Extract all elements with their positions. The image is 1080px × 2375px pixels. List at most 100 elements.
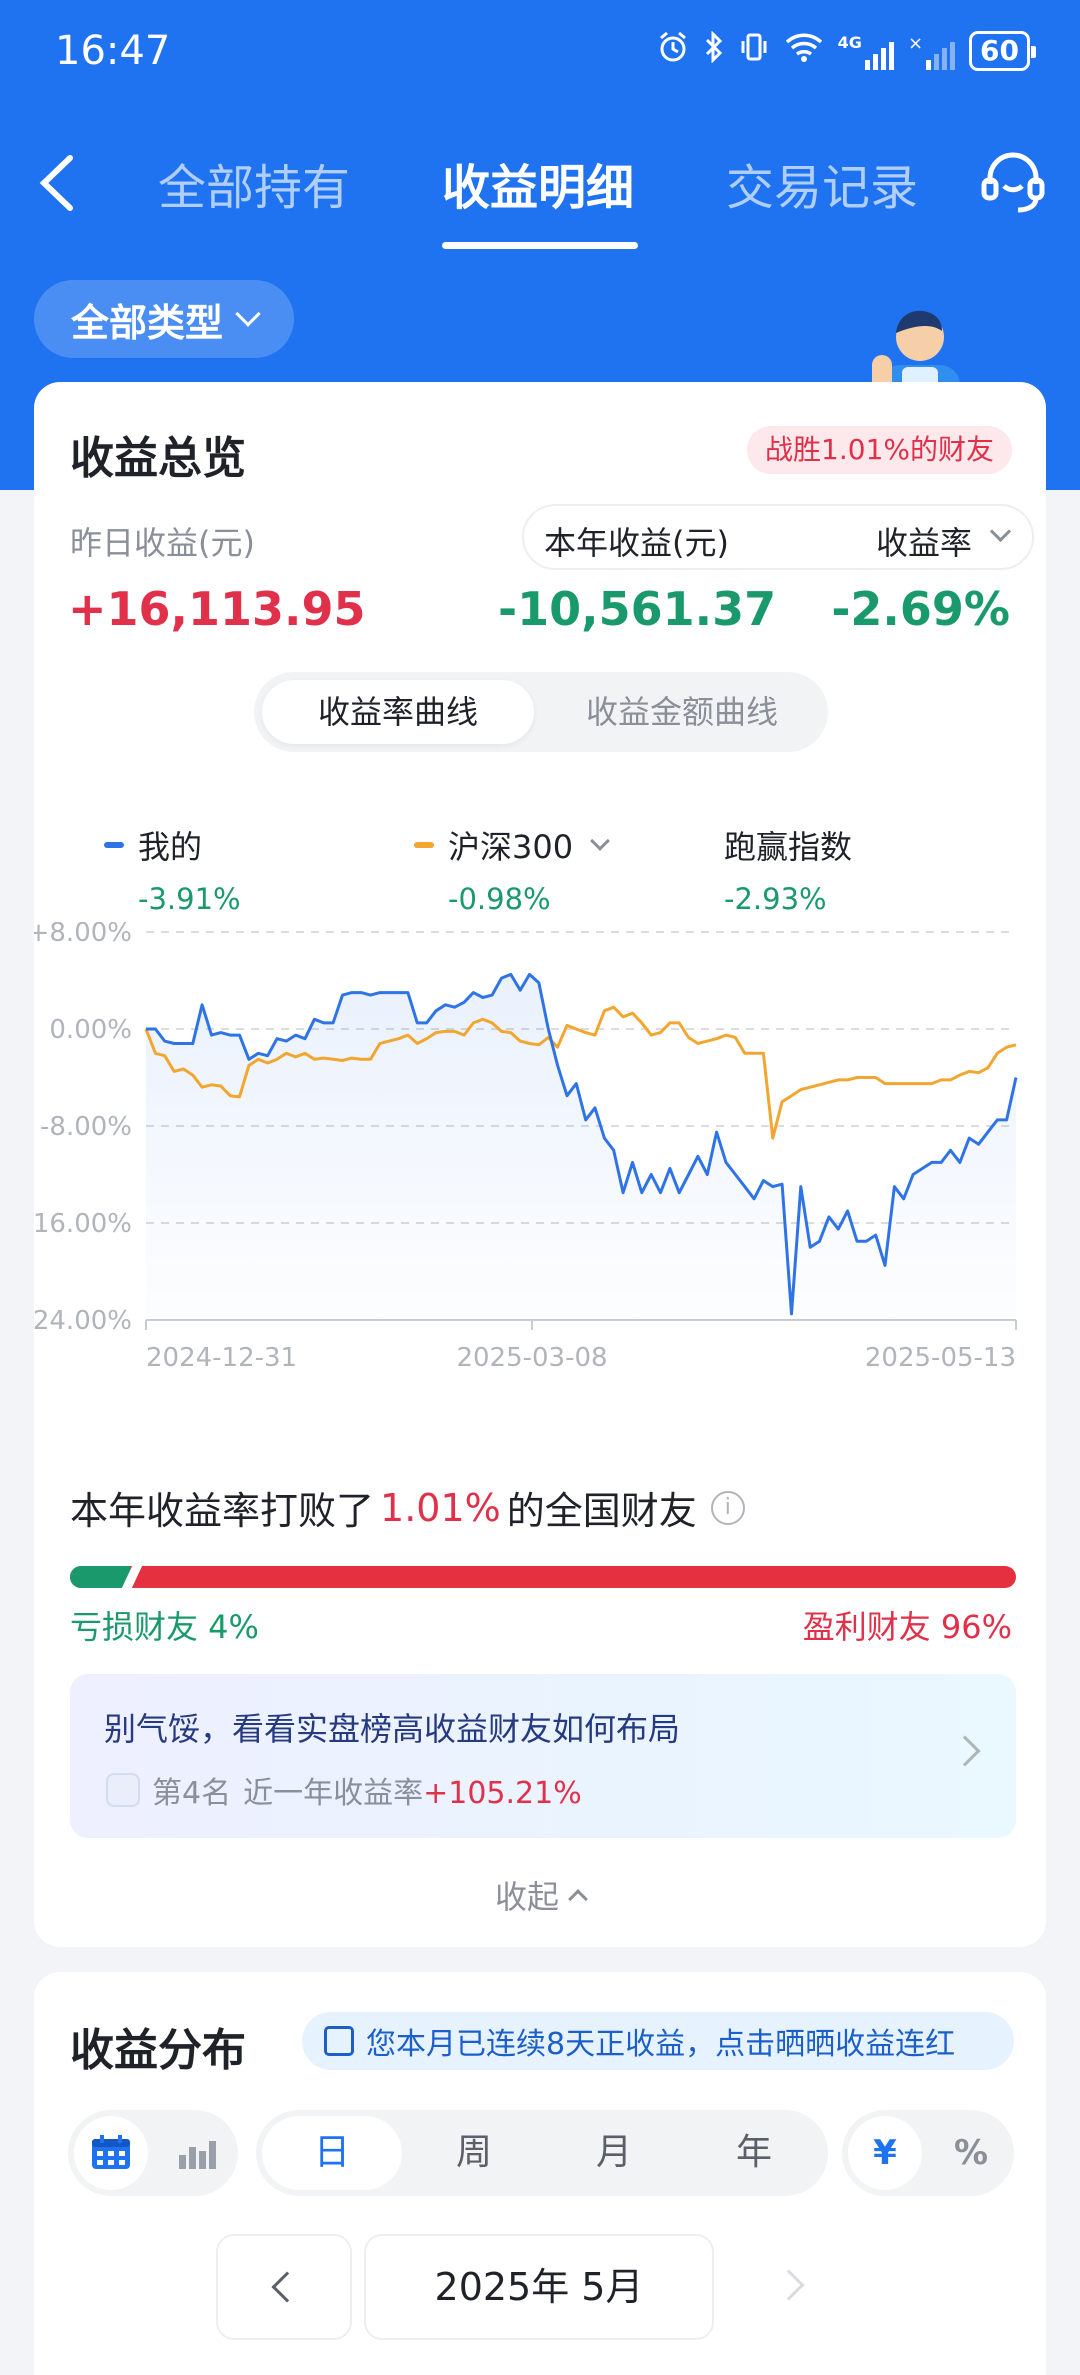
promo-value: +105.21% — [423, 1776, 582, 1811]
tab-transaction-records[interactable]: 交易记录 — [726, 148, 918, 218]
period-month[interactable]: 月 — [544, 2116, 684, 2190]
calendar-icon — [92, 2135, 130, 2169]
win-friends-label: 盈利财友 96% — [802, 1608, 1012, 1646]
year-rate-selector[interactable]: 本年收益(元) 收益率 — [522, 504, 1034, 570]
avatar — [106, 1773, 140, 1807]
alarm-icon — [656, 30, 690, 72]
back-button[interactable] — [34, 148, 84, 218]
unit-percent[interactable]: % — [934, 2116, 1008, 2190]
top-nav: 全部持有 收益明细 交易记录 — [0, 120, 1080, 260]
beat-prefix: 本年收益率打败了 — [70, 1489, 375, 1533]
curve-toggle: 收益率曲线 收益金额曲线 — [254, 672, 828, 752]
share-icon — [324, 2026, 354, 2056]
status-bar: 16:47 4G × 60 — [0, 0, 1080, 110]
streak-banner[interactable]: 您本月已连续8天正收益，点击晒晒收益连红 — [302, 2012, 1014, 2070]
bar-view-button[interactable] — [160, 2116, 234, 2190]
legend-mine-swatch — [104, 842, 124, 848]
legend-csi300-swatch — [414, 842, 434, 848]
yesterday-label: 昨日收益(元) — [70, 524, 255, 562]
x-tick-label: 2024-12-31 — [146, 1343, 297, 1373]
leaderboard-promo[interactable]: 别气馁，看看实盘榜高收益财友如何布局 第4名 近一年收益率+105.21% — [70, 1674, 1016, 1838]
period-year[interactable]: 年 — [684, 2116, 824, 2190]
legend-outperform-value: -2.93% — [724, 882, 827, 916]
chevron-up-icon — [568, 1889, 588, 1909]
info-icon[interactable]: i — [710, 1490, 745, 1525]
earnings-overview-card: 收益总览 战胜1.01%的财友 昨日收益(元) +16,113.95 本年收益(… — [34, 382, 1046, 1947]
unit-amount[interactable]: ¥ — [848, 2116, 922, 2190]
period-day[interactable]: 日 — [262, 2116, 402, 2190]
legend-mine-value: -3.91% — [138, 882, 241, 916]
status-icons: 4G × 60 — [656, 30, 1036, 72]
year-earnings-label: 本年收益(元) — [544, 524, 729, 562]
headset-icon — [981, 152, 1045, 213]
distribution-title: 收益分布 — [70, 2025, 246, 2076]
rate-curve-tab[interactable]: 收益率曲线 — [262, 680, 534, 744]
pk-bar-loss — [70, 1566, 130, 1588]
view-toggle — [68, 2110, 238, 2196]
legend-outperform-label: 跑赢指数 — [724, 828, 853, 866]
y-tick-label: 0.00% — [49, 1015, 132, 1045]
next-month-button[interactable] — [728, 2234, 864, 2340]
legend-mine: 我的 -3.91% — [104, 822, 241, 916]
beat-statement: 本年收益率打败了 1.01% 的全国财友 i — [70, 1480, 745, 1535]
y-tick-label: -8.00% — [40, 1112, 132, 1142]
type-filter-dropdown[interactable]: 全部类型 — [34, 280, 294, 358]
period-selector: 日 周 月 年 — [256, 2110, 828, 2196]
chevron-down-icon — [989, 520, 1012, 543]
legend-outperform: 跑赢指数 -2.93% — [724, 822, 852, 916]
legend-mine-label: 我的 — [138, 828, 203, 866]
bluetooth-icon — [704, 30, 724, 71]
promo-subtitle: 第4名 近一年收益率+105.21% — [106, 1768, 582, 1812]
legend-csi300-value: -0.98% — [448, 882, 551, 916]
vibrate-icon — [738, 31, 770, 71]
unit-selector: ¥ % — [842, 2110, 1014, 2196]
prev-month-button[interactable] — [216, 2234, 352, 2340]
month-label: 2025年 5月 — [364, 2234, 714, 2340]
chevron-down-icon — [590, 831, 610, 851]
overview-title: 收益总览 — [70, 433, 246, 484]
wifi-icon — [784, 31, 824, 71]
calendar-view-button[interactable] — [74, 2116, 148, 2190]
collapse-button[interactable]: 收起 — [34, 1872, 1046, 1918]
chevron-left-icon — [271, 2271, 303, 2303]
promo-desc: 近一年收益率 — [243, 1776, 424, 1811]
year-earnings-value: -10,561.37 — [498, 582, 777, 636]
period-week[interactable]: 周 — [404, 2116, 544, 2190]
yesterday-value: +16,113.95 — [68, 582, 366, 636]
rate-value: -2.69% — [831, 582, 1010, 636]
tab-all-holdings[interactable]: 全部持有 — [158, 148, 350, 218]
rate-label: 收益率 — [875, 524, 972, 562]
beat-suffix: 的全国财友 — [506, 1489, 697, 1533]
bar-chart-icon — [179, 2141, 216, 2169]
loss-friends-label: 亏损财友 4% — [70, 1608, 259, 1646]
active-tab-indicator — [442, 242, 638, 249]
y-tick-label: -16.00% — [34, 1209, 132, 1239]
back-arrow-icon — [39, 155, 73, 211]
x-tick-label: 2025-03-08 — [456, 1343, 607, 1373]
chevron-right-icon — [949, 1735, 981, 1767]
signal-4g-icon: 4G — [838, 33, 894, 70]
y-tick-label: +8.00% — [34, 922, 132, 948]
return-rate-chart[interactable]: +8.00% 0.00% -8.00% -16.00% -24.00% 2024-12-3… — [34, 922, 1046, 1802]
type-filter-label: 全部类型 — [70, 300, 223, 345]
promo-title: 别气馁，看看实盘榜高收益财友如何布局 — [104, 1710, 681, 1748]
pk-bar — [70, 1566, 1016, 1588]
chevron-right-icon — [773, 2269, 805, 2301]
status-time: 16:47 — [55, 28, 171, 74]
earnings-distribution-card: 收益分布 您本月已连续8天正收益，点击晒晒收益连红 日 周 月 年 ¥ % 20… — [34, 1972, 1046, 2375]
tab-earnings-detail[interactable]: 收益明细 — [442, 148, 634, 218]
battery-icon: 60 — [969, 31, 1036, 71]
legend-csi300-label: 沪深300 — [448, 828, 574, 866]
beat-percent: 1.01% — [380, 1485, 501, 1530]
streak-text: 您本月已连续8天正收益，点击晒晒收益连红 — [366, 2027, 956, 2062]
x-tick-label: 2025-05-13 — [865, 1343, 1016, 1373]
signal-sim2-icon: × — [908, 33, 956, 70]
y-tick-label: -24.00% — [34, 1306, 132, 1336]
series-mine-area — [146, 974, 1016, 1320]
legend-csi300[interactable]: 沪深300 -0.98% — [414, 822, 610, 916]
customer-service-button[interactable] — [978, 146, 1048, 216]
amount-curve-tab[interactable]: 收益金额曲线 — [544, 680, 820, 744]
beat-badge: 战胜1.01%的财友 — [747, 426, 1012, 474]
collapse-label: 收起 — [494, 1878, 559, 1916]
promo-rank: 第4名 — [152, 1776, 232, 1811]
